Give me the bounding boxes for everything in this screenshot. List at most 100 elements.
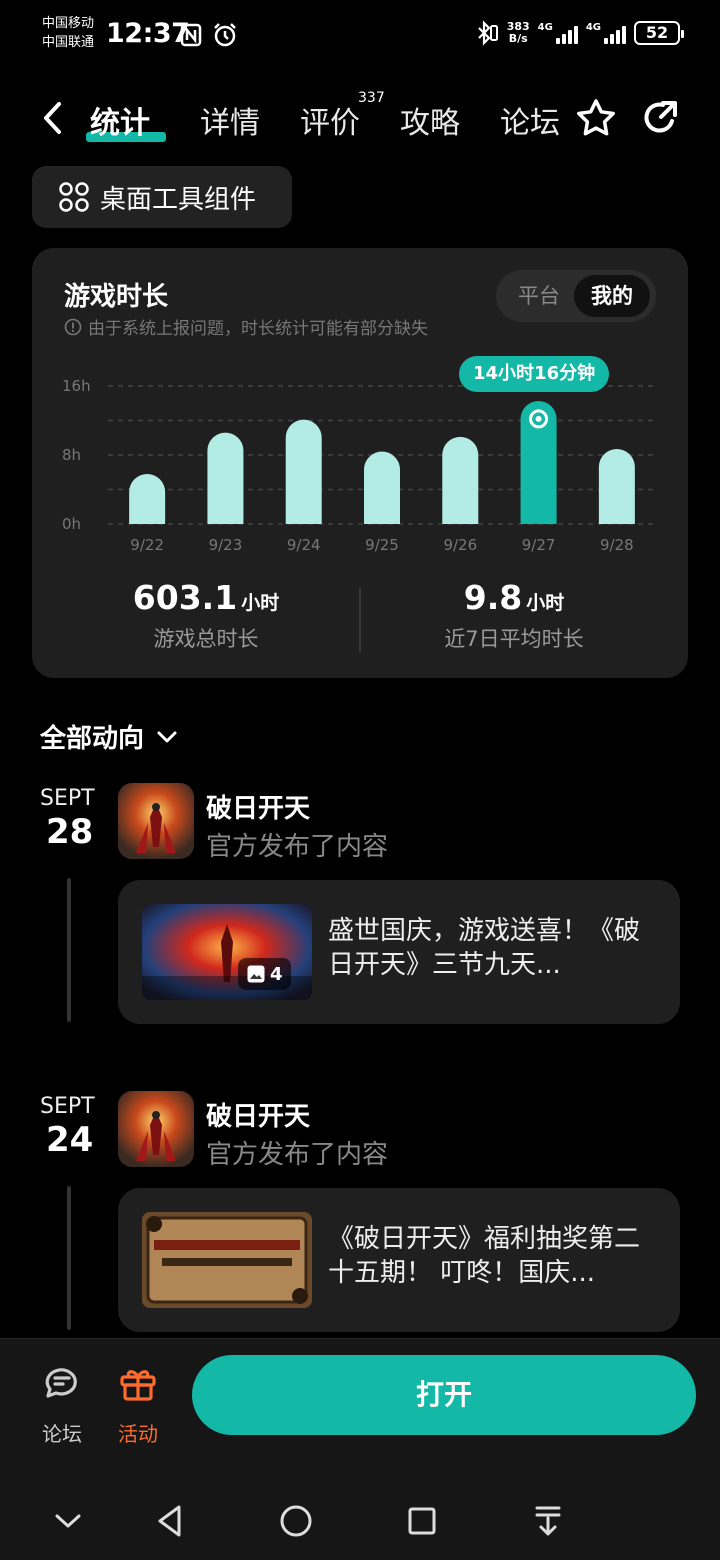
tab-guides[interactable]: 攻略 — [400, 98, 460, 142]
share-button[interactable] — [638, 96, 682, 140]
stats-divider — [359, 588, 361, 652]
circle-home-icon — [280, 1505, 312, 1537]
x-tick-label: 9/25 — [365, 536, 399, 554]
feed-entry: SEPT 28 破日开天 官方发布了内容 4 盛世国庆，游戏送喜！《破日开天》三… — [0, 780, 720, 1030]
tab-reviews[interactable]: 评价 — [300, 98, 360, 142]
chart-bar[interactable] — [598, 448, 635, 524]
x-tick-label: 9/27 — [522, 536, 556, 554]
activity-label: 活动 — [118, 1422, 158, 1446]
signal-icon-2: 4G — [586, 22, 626, 44]
share-icon — [644, 101, 677, 133]
nfc-icon — [178, 22, 204, 48]
status-bar: 中国移动 中国联通 12:37 383 B/s 4G 4G 52 — [0, 0, 720, 72]
bottom-action-bar: 论坛 活动 打开 — [0, 1338, 720, 1560]
system-navigation-bar — [0, 1489, 720, 1549]
desktop-widget-button[interactable]: 桌面工具组件 — [32, 166, 292, 228]
entry-day: 28 — [46, 812, 94, 852]
y-tick-label: 16h — [62, 377, 91, 395]
chart-bar[interactable] — [442, 436, 479, 524]
y-tick-label: 0h — [62, 515, 81, 533]
x-tick-label: 9/26 — [443, 536, 477, 554]
chat-icon — [45, 1368, 77, 1398]
open-game-button[interactable]: 打开 — [192, 1355, 696, 1435]
gift-icon — [120, 1370, 156, 1401]
tab-details[interactable]: 详情 — [200, 98, 260, 142]
game-app-icon[interactable] — [118, 783, 194, 859]
info-icon — [64, 318, 82, 335]
source-toggle: 平台 我的 — [496, 270, 656, 322]
nav-recents-button[interactable] — [402, 1501, 442, 1541]
total-playtime: 603.1 小时 游戏总时长 — [56, 578, 356, 653]
entry-day: 24 — [46, 1120, 94, 1160]
timeline-line — [67, 878, 71, 1022]
game-name[interactable]: 破日开天 — [206, 1096, 310, 1133]
bluetooth-icon — [473, 20, 499, 46]
post-title: 盛世国庆，游戏送喜！《破日开天》三节九天... — [328, 916, 641, 980]
average-playtime-label: 近7日平均时长 — [444, 627, 584, 651]
chart-bar[interactable] — [129, 473, 166, 524]
game-name[interactable]: 破日开天 — [206, 788, 310, 825]
carrier-names: 中国移动 中国联通 — [42, 14, 94, 52]
square-recents-icon — [408, 1507, 436, 1535]
nav-notifications-button[interactable] — [528, 1501, 568, 1541]
image-icon — [247, 965, 265, 983]
widgets-icon — [59, 182, 89, 212]
chevron-left-icon — [44, 102, 61, 134]
clock: 12:37 — [106, 18, 190, 49]
carrier-2: 中国联通 — [42, 35, 95, 50]
post-card[interactable]: 4 盛世国庆，游戏送喜！《破日开天》三节九天... — [118, 880, 680, 1024]
reviews-count-badge: 337 — [358, 90, 385, 106]
collapse-nav-button[interactable] — [48, 1501, 88, 1541]
chart-bar[interactable] — [364, 451, 400, 524]
back-button[interactable] — [34, 98, 70, 138]
timeline-line — [67, 1186, 71, 1330]
playtime-card: 游戏时长 由于系统上报问题，时长统计可能有部分缺失 平台 我的 16h 8h 0h 9… — [32, 248, 688, 678]
chevron-down-icon — [157, 731, 177, 742]
toggle-platform[interactable]: 平台 — [504, 275, 574, 317]
desktop-widget-label: 桌面工具组件 — [100, 184, 257, 215]
chart-bar[interactable] — [285, 419, 322, 524]
average-playtime-unit: 小时 — [526, 592, 565, 614]
selected-bar-marker-dot — [535, 415, 542, 422]
x-tick-label: 9/23 — [209, 536, 243, 554]
feed-filter-label: 全部动向 — [40, 724, 145, 754]
game-app-icon[interactable] — [118, 1091, 194, 1167]
x-tick-label: 9/24 — [287, 536, 321, 554]
entry-month: SEPT — [40, 786, 95, 811]
tab-forum[interactable]: 论坛 — [500, 98, 560, 142]
alarm-icon — [212, 22, 238, 48]
feed-filter-dropdown[interactable]: 全部动向 — [40, 718, 180, 755]
battery-icon: 52 — [634, 21, 684, 45]
image-count-badge: 4 — [238, 958, 291, 990]
post-card[interactable]: 《破日开天》福利抽奖第二十五期！ 叮咚！国庆... — [118, 1188, 680, 1332]
favorite-button[interactable] — [574, 96, 618, 140]
chart-bar[interactable] — [207, 432, 244, 524]
chevron-down-icon — [55, 1514, 81, 1528]
triangle-back-icon — [158, 1505, 181, 1537]
pull-down-icon — [535, 1506, 561, 1536]
y-tick-label: 8h — [62, 446, 81, 464]
nav-home-button[interactable] — [276, 1501, 316, 1541]
selected-bar-tooltip: 14小时16分钟 — [459, 356, 610, 392]
post-title: 《破日开天》福利抽奖第二十五期！ 叮咚！国庆... — [328, 1224, 641, 1288]
carrier-1: 中国移动 — [42, 16, 95, 31]
top-navigation: 统计 详情 评价 337 攻略 论坛 — [0, 88, 720, 148]
card-title: 游戏时长 — [64, 282, 169, 312]
activity-button[interactable]: 活动 — [108, 1361, 168, 1447]
x-tick-label: 9/22 — [130, 536, 164, 554]
forum-button[interactable]: 论坛 — [32, 1361, 92, 1447]
entry-action: 官方发布了内容 — [206, 1140, 389, 1170]
forum-label: 论坛 — [42, 1422, 82, 1446]
feed-entry: SEPT 24 破日开天 官方发布了内容 《破日开天》福利抽奖第二十五期！ 叮咚… — [0, 1088, 720, 1338]
tab-stats[interactable]: 统计 — [90, 98, 150, 142]
average-playtime-value: 9.8 — [463, 578, 523, 617]
toggle-mine[interactable]: 我的 — [574, 275, 650, 317]
total-playtime-value: 603.1 — [132, 578, 238, 617]
total-playtime-label: 游戏总时长 — [153, 627, 259, 651]
average-playtime: 9.8 小时 近7日平均时长 — [364, 578, 664, 653]
nav-back-button[interactable] — [150, 1501, 190, 1541]
entry-action: 官方发布了内容 — [206, 832, 389, 862]
post-thumbnail — [142, 1212, 312, 1308]
entry-month: SEPT — [40, 1094, 95, 1119]
total-playtime-unit: 小时 — [241, 592, 280, 614]
